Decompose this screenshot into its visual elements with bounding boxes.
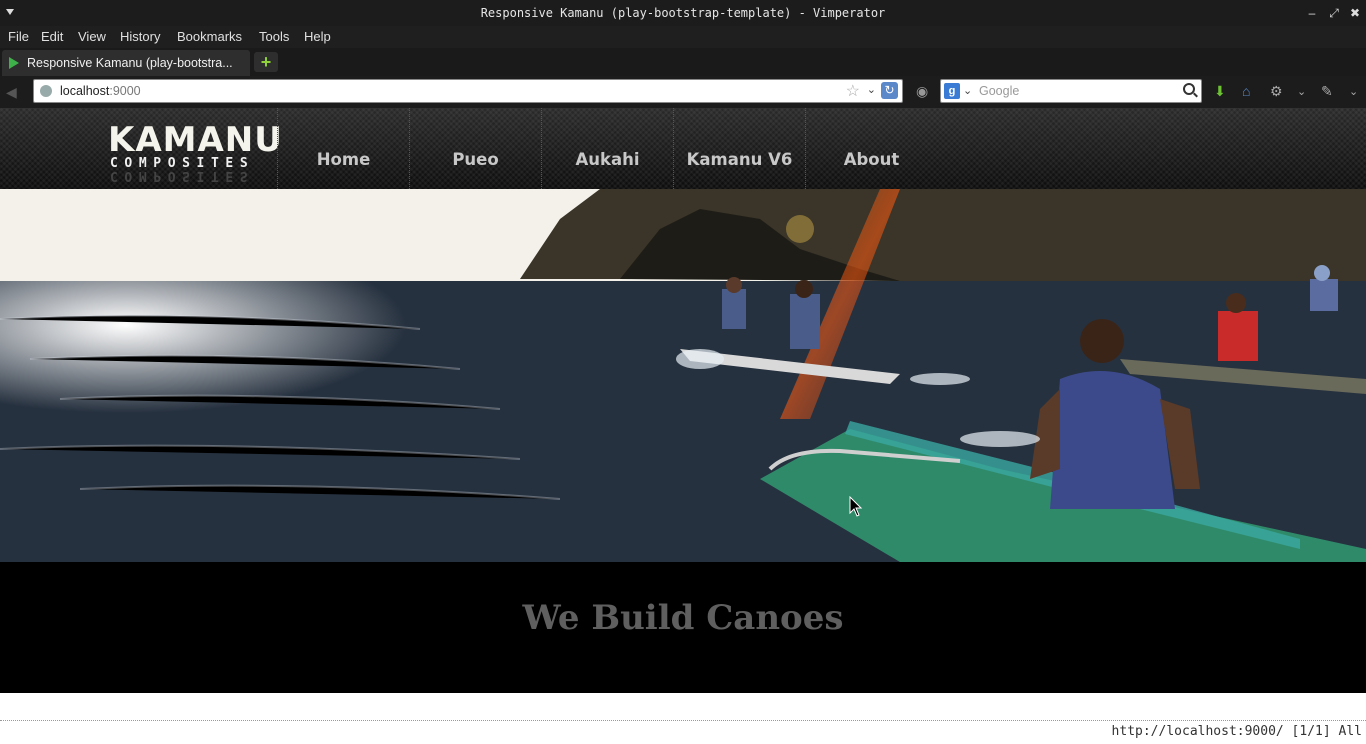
back-arrow-icon[interactable]: ◀ — [6, 84, 17, 101]
url-port: :9000 — [109, 84, 141, 98]
menu-bar: File Edit View History Bookmarks Tools H… — [0, 26, 1366, 48]
url-text[interactable]: localhost:9000 — [60, 84, 141, 98]
tools-icon[interactable]: ✎ — [1321, 83, 1333, 100]
tab-active[interactable]: Responsive Kamanu (play-bootstra... — [2, 50, 250, 76]
tagline-heading: We Build Canoes — [522, 598, 844, 638]
search-icon[interactable] — [1183, 83, 1195, 95]
menu-file[interactable]: File — [8, 29, 29, 44]
search-engine-dropdown-icon[interactable]: ⌄ — [963, 84, 972, 97]
menu-view[interactable]: View — [78, 29, 106, 44]
window-title: Responsive Kamanu (play-bootstrap-templa… — [480, 6, 886, 20]
home-icon[interactable]: ⌂ — [1242, 83, 1250, 99]
tagline-section: We Build Canoes — [0, 562, 1366, 693]
nav-kamanu-v6[interactable]: Kamanu V6 — [673, 108, 805, 189]
google-icon[interactable]: g — [944, 83, 960, 99]
menu-history[interactable]: History — [120, 29, 160, 44]
menu-bookmarks[interactable]: Bookmarks — [177, 29, 242, 44]
mouse-cursor-icon — [849, 496, 863, 517]
menu-edit[interactable]: Edit — [41, 29, 63, 44]
nav-aukahi[interactable]: Aukahi — [541, 108, 673, 189]
reload-icon[interactable]: ↻ — [881, 82, 898, 99]
minimize-icon[interactable]: – — [1304, 5, 1320, 21]
search-box[interactable]: g ⌄ Google — [940, 79, 1202, 103]
tools-dropdown-icon[interactable]: ⌄ — [1349, 85, 1358, 98]
hero-image — [0, 189, 1366, 562]
nav-pueo[interactable]: Pueo — [409, 108, 541, 189]
addon-icon[interactable]: ⚙ — [1270, 83, 1283, 100]
site-header: KAMANU COMPOSITES COMPOSITES Home Pueo A… — [0, 108, 1366, 189]
status-text: http://localhost:9000/ [1/1] All — [1111, 724, 1362, 739]
kamanu-logo[interactable]: KAMANU COMPOSITES COMPOSITES — [100, 122, 282, 184]
addon-dropdown-icon[interactable]: ⌄ — [1297, 85, 1306, 98]
close-icon[interactable]: ✖ — [1347, 5, 1363, 21]
menu-tools[interactable]: Tools — [259, 29, 289, 44]
tab-label: Responsive Kamanu (play-bootstra... — [27, 56, 233, 70]
maximize-icon[interactable]: ⤢ — [1326, 5, 1342, 21]
download-icon[interactable]: ⬇ — [1214, 83, 1226, 100]
logo-reflection: COMPOSITES — [110, 168, 255, 183]
bookmark-star-icon[interactable]: ☆ — [846, 81, 860, 101]
search-engine-manage-icon[interactable]: ◉ — [916, 83, 928, 100]
url-history-dropdown-icon[interactable]: ⌄ — [867, 83, 876, 96]
navigation-toolbar: ◀ localhost:9000 ☆ ⌄ ↻ ◉ g ⌄ Google ⬇ ⌂ … — [0, 76, 1366, 108]
status-bar: http://localhost:9000/ [1/1] All — [0, 720, 1366, 744]
new-tab-button[interactable]: + — [254, 52, 278, 72]
menu-help[interactable]: Help — [304, 29, 331, 44]
hero-illustration — [0, 189, 1366, 562]
url-bar[interactable]: localhost:9000 ☆ ⌄ ↻ — [33, 79, 903, 103]
window-titlebar: Responsive Kamanu (play-bootstrap-templa… — [0, 0, 1366, 26]
tab-bar: Responsive Kamanu (play-bootstra... — [0, 48, 1366, 76]
url-host: localhost — [60, 84, 110, 98]
site-identity-icon[interactable] — [40, 85, 52, 97]
nav-about[interactable]: About — [805, 108, 937, 189]
play-favicon-icon — [9, 57, 19, 69]
nav-home[interactable]: Home — [277, 108, 409, 189]
logo-word: KAMANU — [108, 120, 283, 160]
search-placeholder: Google — [979, 84, 1020, 98]
